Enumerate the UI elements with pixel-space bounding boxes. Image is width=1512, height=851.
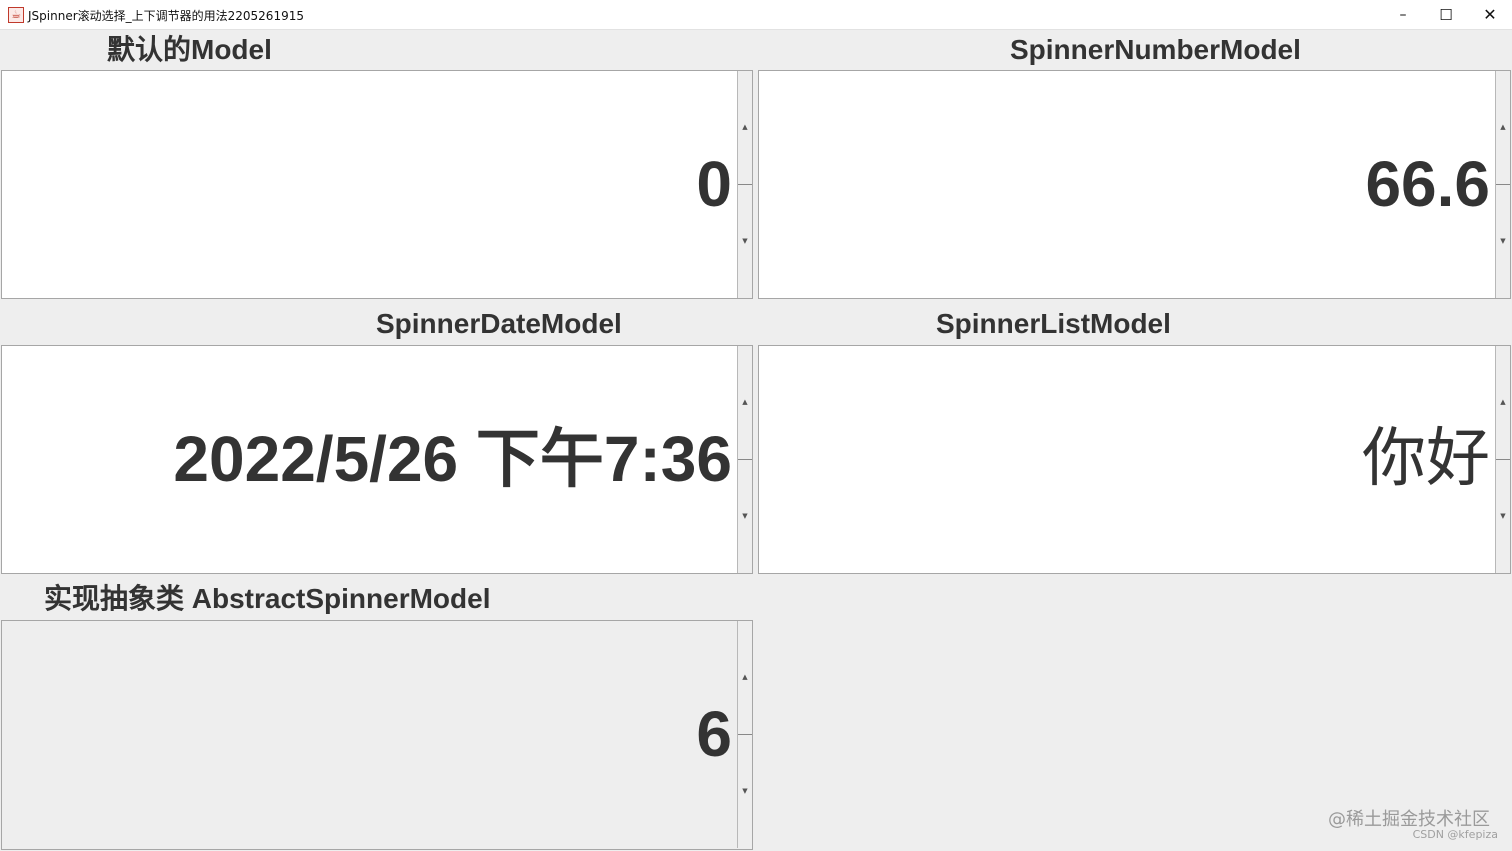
panel-title-abstract-model: 实现抽象类 AbstractSpinnerModel — [44, 583, 491, 614]
minimize-button[interactable]: – — [1381, 0, 1425, 30]
spinner-up-arrow-icon[interactable]: ▲ — [738, 346, 752, 459]
spinner-down-arrow-icon[interactable]: ▼ — [738, 460, 752, 573]
spinner-down-arrow-icon[interactable]: ▼ — [738, 735, 752, 848]
spinner-up-arrow-icon[interactable]: ▲ — [738, 621, 752, 734]
watermark-sub: CSDN @kfepiza — [1412, 828, 1498, 841]
maximize-button[interactable]: ☐ — [1424, 0, 1468, 30]
spinner-value[interactable]: 0 — [696, 71, 732, 298]
spinner-value[interactable]: 2022/5/26 下午7:36 — [173, 346, 732, 573]
spinner-buttons: ▲ ▼ — [1495, 346, 1510, 573]
spinner-up-arrow-icon[interactable]: ▲ — [1496, 71, 1510, 184]
spinner-buttons: ▲ ▼ — [1495, 71, 1510, 298]
spinner-value[interactable]: 66.6 — [1365, 71, 1490, 298]
spinner-buttons: ▲ ▼ — [737, 346, 752, 573]
spinner-up-arrow-icon[interactable]: ▲ — [738, 71, 752, 184]
date-model-spinner[interactable]: 2022/5/26 下午7:36 ▲ ▼ — [1, 345, 753, 574]
list-model-spinner[interactable]: 你好 ▲ ▼ — [758, 345, 1511, 574]
number-model-spinner[interactable]: 66.6 ▲ ▼ — [758, 70, 1511, 299]
spinner-buttons: ▲ ▼ — [737, 621, 752, 848]
panel-title-default-model: 默认的Model — [107, 34, 272, 65]
spinner-down-arrow-icon[interactable]: ▼ — [738, 185, 752, 298]
spinner-buttons: ▲ ▼ — [737, 71, 752, 298]
abstract-model-spinner[interactable]: 6 ▲ ▼ — [1, 620, 753, 850]
java-icon[interactable]: ☕ — [8, 7, 24, 23]
spinner-value[interactable]: 你好 — [1362, 346, 1490, 573]
panel-title-list-model: SpinnerListModel — [936, 308, 1171, 339]
close-button[interactable]: ✕ — [1468, 0, 1512, 30]
spinner-up-arrow-icon[interactable]: ▲ — [1496, 346, 1510, 459]
spinner-value[interactable]: 6 — [696, 621, 732, 848]
spinner-down-arrow-icon[interactable]: ▼ — [1496, 185, 1510, 298]
panel-title-number-model: SpinnerNumberModel — [1010, 34, 1301, 65]
default-model-spinner[interactable]: 0 ▲ ▼ — [1, 70, 753, 299]
spinner-down-arrow-icon[interactable]: ▼ — [1496, 460, 1510, 573]
window-title: JSpinner滚动选择_上下调节器的用法2205261915 — [28, 9, 304, 23]
window-titlebar: ☕ JSpinner滚动选择_上下调节器的用法2205261915 – ☐ ✕ — [0, 0, 1512, 30]
panel-title-date-model: SpinnerDateModel — [376, 308, 622, 339]
